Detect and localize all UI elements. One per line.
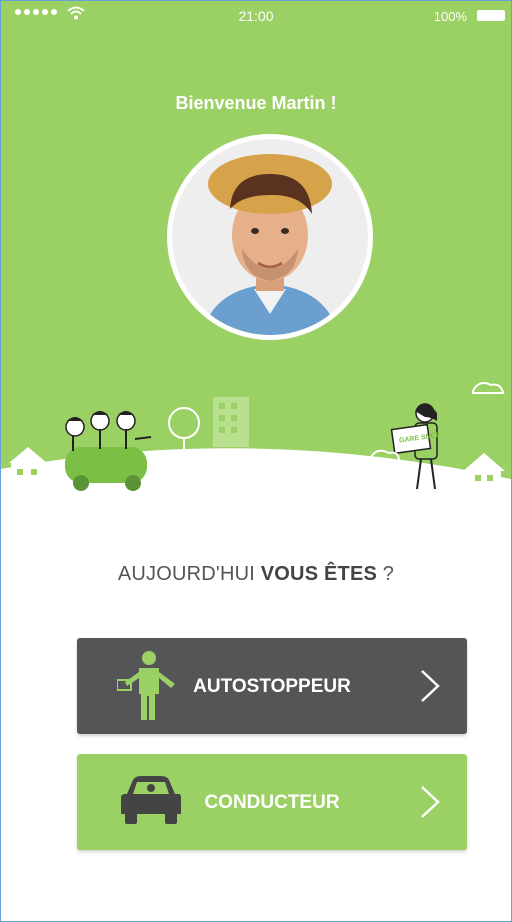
- question-suffix: ?: [377, 563, 395, 585]
- status-bar: 21:00 100%: [1, 1, 511, 31]
- profile-photo: [172, 139, 368, 335]
- hitchhiker-label: AUTOSTOPPEUR: [193, 676, 351, 697]
- chevron-right-icon: [421, 670, 440, 702]
- header-panel: 21:00 100% Bienvenue Martin ! GARE SNCF: [1, 1, 511, 531]
- app-screen: 21:00 100% Bienvenue Martin ! GARE SNCF …: [0, 0, 512, 922]
- battery-icon: [477, 10, 505, 21]
- hitchhiker-button[interactable]: AUTOSTOPPEUR: [77, 638, 467, 734]
- question-prefix: AUJOURD'HUI: [117, 563, 261, 585]
- welcome-message: Bienvenue Martin !: [175, 93, 337, 113]
- driver-button[interactable]: CONDUCTEUR: [77, 754, 467, 850]
- driver-label: CONDUCTEUR: [204, 792, 340, 813]
- hitchhiking-illustration: GARE SNCF: [1, 382, 511, 531]
- battery-percentage: 100%: [433, 9, 467, 24]
- profile-avatar[interactable]: [167, 134, 373, 340]
- chevron-right-icon: [421, 786, 440, 818]
- role-question: AUJOURD'HUI VOUS ÊTES ?: [1, 563, 511, 586]
- question-bold: VOUS ÊTES: [260, 563, 378, 585]
